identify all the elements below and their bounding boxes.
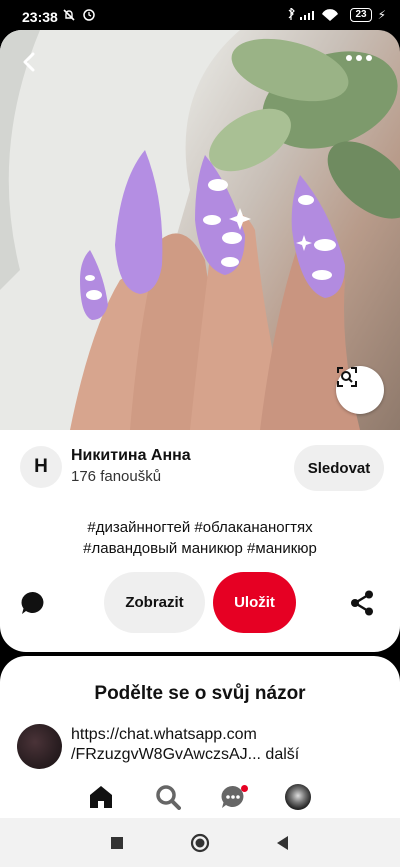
- pin-details-card: H Никитина Анна 176 fanoušků Sledovat #д…: [0, 430, 400, 652]
- follower-count: 176 fanoušků: [71, 468, 162, 485]
- comment-line: /FRzuzgvW8GvAwczsAJ... další: [71, 745, 381, 765]
- visit-button[interactable]: Zobrazit: [104, 572, 205, 633]
- status-time: 23:38: [22, 9, 58, 25]
- status-bar: 23:38 23 ⚡: [0, 0, 400, 30]
- search-icon: [156, 785, 181, 810]
- description-line: #лавандовый маникюр #маникюр: [83, 540, 317, 557]
- description-line: #дизайнногтей #облакананогтях: [87, 519, 313, 536]
- home-icon: [90, 786, 112, 808]
- profile-avatar: [285, 784, 311, 810]
- comment-line-text: /FRzuzgvW8GvAwczsAJ...: [71, 746, 261, 763]
- status-notification-icons: [62, 8, 102, 25]
- recents-icon: [111, 837, 123, 849]
- comment-line: https://chat.whatsapp.com: [71, 726, 257, 743]
- system-home-icon: [190, 833, 210, 853]
- author-avatar[interactable]: H: [20, 446, 62, 488]
- comments-title: Podělte se o svůj názor: [94, 683, 306, 704]
- commenter-avatar[interactable]: [17, 724, 62, 769]
- system-home-button[interactable]: [190, 833, 210, 853]
- author-name[interactable]: Никитина Анна: [71, 447, 191, 465]
- share-icon: [351, 590, 373, 616]
- save-button[interactable]: Uložit: [213, 572, 296, 633]
- comment-more-link[interactable]: další: [265, 746, 299, 763]
- nav-profile[interactable]: [283, 782, 313, 812]
- battery-indicator: 23: [350, 8, 372, 22]
- status-system-icons: 23 ⚡: [286, 8, 386, 22]
- system-back-button[interactable]: [272, 833, 292, 853]
- system-back-icon: [277, 836, 288, 850]
- follow-button[interactable]: Sledovat: [294, 445, 384, 491]
- bottom-navigation: [0, 776, 400, 818]
- charging-icon: ⚡: [377, 8, 386, 22]
- system-navigation-bar: [0, 818, 400, 867]
- nav-messages[interactable]: [218, 782, 248, 812]
- comment-button[interactable]: [20, 590, 46, 616]
- nav-home[interactable]: [86, 782, 116, 812]
- signal-wifi-icon: [289, 8, 339, 21]
- visual-search-button[interactable]: [336, 366, 384, 414]
- back-button[interactable]: [22, 52, 54, 84]
- nav-search[interactable]: [153, 782, 183, 812]
- more-options-button[interactable]: [346, 55, 378, 79]
- comment-text[interactable]: https://chat.whatsapp.com /FRzuzgvW8GvAw…: [71, 725, 381, 765]
- more-icon: [346, 55, 372, 61]
- recents-button[interactable]: [107, 833, 127, 853]
- comment-icon: [21, 591, 44, 614]
- back-icon: [23, 52, 35, 72]
- share-button[interactable]: [350, 590, 374, 616]
- pin-description: #дизайнногтей #облакананогтях #лавандовы…: [20, 517, 380, 559]
- visual-search-icon: [337, 367, 357, 387]
- notification-dot: [241, 785, 248, 792]
- pin-image[interactable]: [0, 30, 400, 430]
- mute-alarm-icon: [63, 9, 95, 21]
